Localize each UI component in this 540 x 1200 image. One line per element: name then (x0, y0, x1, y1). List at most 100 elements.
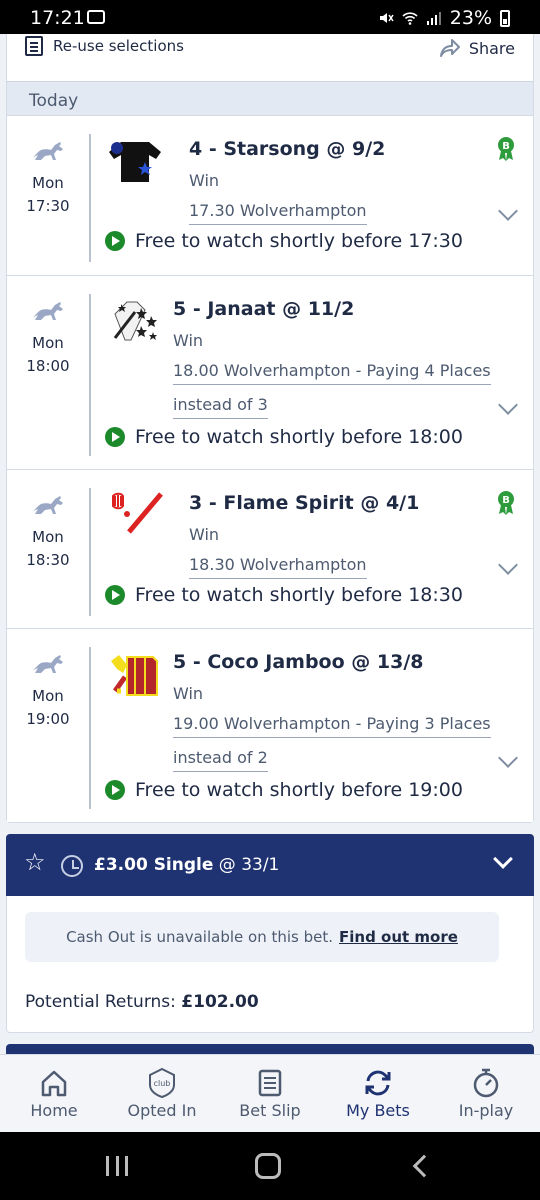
nav-home[interactable]: Home (0, 1055, 108, 1132)
chevron-down-icon[interactable] (498, 201, 518, 221)
cashout-text: Cash Out is unavailable on this bet. (66, 928, 334, 946)
betslip-icon (258, 1069, 282, 1097)
nav-in-play[interactable]: In-play (432, 1055, 540, 1132)
race-day: Mon (32, 687, 64, 705)
bet-type: Win (189, 171, 220, 190)
watch-text: Free to watch shortly before 18:30 (135, 584, 463, 606)
reuse-selections-label: Re-use selections (53, 37, 184, 55)
status-right: 23% (378, 7, 510, 29)
race-day: Mon (32, 174, 64, 192)
play-icon (105, 780, 125, 800)
list-icon (25, 36, 43, 56)
watch-text: Free to watch shortly before 17:30 (135, 230, 463, 252)
jockey-silks-icon (111, 655, 158, 696)
race-time: 19:00 (26, 710, 70, 728)
mute-icon (379, 13, 394, 23)
chevron-down-icon[interactable] (493, 849, 513, 869)
best-odds-badge-text: B (502, 495, 510, 506)
selections-card: Mon 17:30 4 - Starsong @ 9/2 Win 17.30 W… (6, 116, 534, 823)
app-notification-icon (87, 10, 105, 24)
home-button-icon[interactable] (255, 1153, 281, 1179)
selection-title: 4 - Starsong @ 9/2 (189, 138, 386, 160)
divider-line (89, 134, 91, 262)
chevron-down-icon[interactable] (498, 748, 518, 768)
bet-summary-bar[interactable]: ☆ £3.00 Single @ 33/1 (6, 834, 534, 896)
race-link[interactable]: 18.00 Wolverhampton - Paying 4 Places (173, 358, 491, 385)
bet-details: Cash Out is unavailable on this bet. Fin… (6, 896, 534, 1033)
watch-info[interactable]: Free to watch shortly before 18:00 (105, 426, 463, 448)
race-link[interactable]: 17.30 Wolverhampton (189, 198, 367, 225)
cashout-notice: Cash Out is unavailable on this bet. Fin… (25, 912, 499, 962)
share-icon (439, 39, 460, 57)
watch-text: Free to watch shortly before 18:00 (135, 426, 463, 448)
divider-line (89, 647, 91, 809)
play-icon (105, 427, 125, 447)
horse-racing-icon (31, 655, 63, 673)
horse-racing-icon (31, 496, 63, 514)
watch-text: Free to watch shortly before 19:00 (135, 779, 463, 801)
nav-label: In-play (458, 1101, 514, 1120)
race-time: 18:30 (26, 551, 70, 569)
nav-my-bets[interactable]: My Bets (324, 1055, 432, 1132)
nav-bet-slip[interactable]: Bet Slip (216, 1055, 324, 1132)
find-out-more-link[interactable]: Find out more (339, 928, 458, 946)
selection-item[interactable]: Mon 18:00 5 - Janaat @ 11/2 Win 18.00 Wo… (7, 275, 533, 469)
nav-opted-in[interactable]: club Opted In (108, 1055, 216, 1132)
home-icon (41, 1070, 67, 1097)
selection-item[interactable]: Mon 18:30 3 - Flame Spirit @ 4/1 Win 18.… (7, 469, 533, 628)
selection-title: 3 - Flame Spirit @ 4/1 (189, 492, 420, 514)
battery-icon (500, 9, 510, 27)
reuse-selections-button[interactable]: Re-use selections (25, 36, 184, 56)
club-icon-text: club (154, 1079, 171, 1088)
race-link-extra[interactable]: instead of 3 (173, 392, 268, 419)
race-time-col: Mon 17:30 (7, 116, 89, 218)
club-icon: club (149, 1067, 175, 1099)
wifi-icon (402, 12, 418, 25)
bet-stake: £3.00 Single (94, 855, 214, 875)
watch-info[interactable]: Free to watch shortly before 17:30 (105, 230, 463, 252)
race-time: 17:30 (26, 197, 70, 215)
jockey-silks-icon (112, 492, 163, 534)
returns-label: Potential Returns: (25, 992, 176, 1012)
recent-apps-icon[interactable] (106, 1156, 128, 1176)
race-link[interactable]: 19.00 Wolverhampton - Paying 3 Places (173, 711, 491, 738)
race-link-extra[interactable]: instead of 2 (173, 745, 268, 772)
chevron-down-icon[interactable] (498, 555, 518, 575)
best-odds-badge-icon: B (498, 137, 514, 161)
selection-title: 5 - Coco Jamboo @ 13/8 (173, 651, 424, 673)
bet-type: Win (173, 684, 204, 703)
bet-type: Win (189, 525, 220, 544)
selection-item[interactable]: Mon 19:00 5 - Coco Jamboo @ 13/8 Win 19.… (7, 628, 533, 822)
horse-racing-icon (31, 142, 63, 160)
watch-info[interactable]: Free to watch shortly before 19:00 (105, 779, 463, 801)
back-icon[interactable] (412, 1154, 436, 1178)
bet-type: Win (173, 331, 204, 350)
race-time-col: Mon 18:00 (7, 276, 89, 378)
chevron-down-icon[interactable] (498, 395, 518, 415)
divider-line (89, 294, 91, 456)
race-time: 18:00 (26, 357, 70, 375)
best-odds-badge-icon: B (498, 491, 514, 515)
race-day: Mon (32, 528, 64, 546)
share-button[interactable]: Share (439, 38, 515, 58)
race-day: Mon (32, 334, 64, 352)
race-link[interactable]: 18.30 Wolverhampton (189, 552, 367, 579)
play-icon (105, 231, 125, 251)
status-bar: 17:21 23% (0, 0, 540, 34)
bottom-nav: Home club Opted In Bet Slip My Bets In-p… (0, 1054, 540, 1132)
nav-label: Bet Slip (239, 1101, 301, 1120)
jockey-silks-icon (113, 301, 157, 341)
jockey-silks-icon (109, 142, 161, 182)
star-icon[interactable]: ☆ (24, 848, 46, 876)
horse-racing-icon (31, 302, 63, 320)
nav-label: My Bets (346, 1101, 410, 1120)
selection-item[interactable]: Mon 17:30 4 - Starsong @ 9/2 Win 17.30 W… (7, 116, 533, 275)
nav-label: Opted In (127, 1101, 197, 1120)
watch-info[interactable]: Free to watch shortly before 18:30 (105, 584, 463, 606)
section-header-today: Today (7, 81, 533, 115)
stopwatch-icon (473, 1068, 499, 1098)
bet-header-card: Re-use selections Share Today (6, 34, 534, 116)
clock-icon (61, 855, 83, 877)
status-time: 17:21 (30, 7, 85, 29)
system-nav-bar (0, 1132, 540, 1200)
